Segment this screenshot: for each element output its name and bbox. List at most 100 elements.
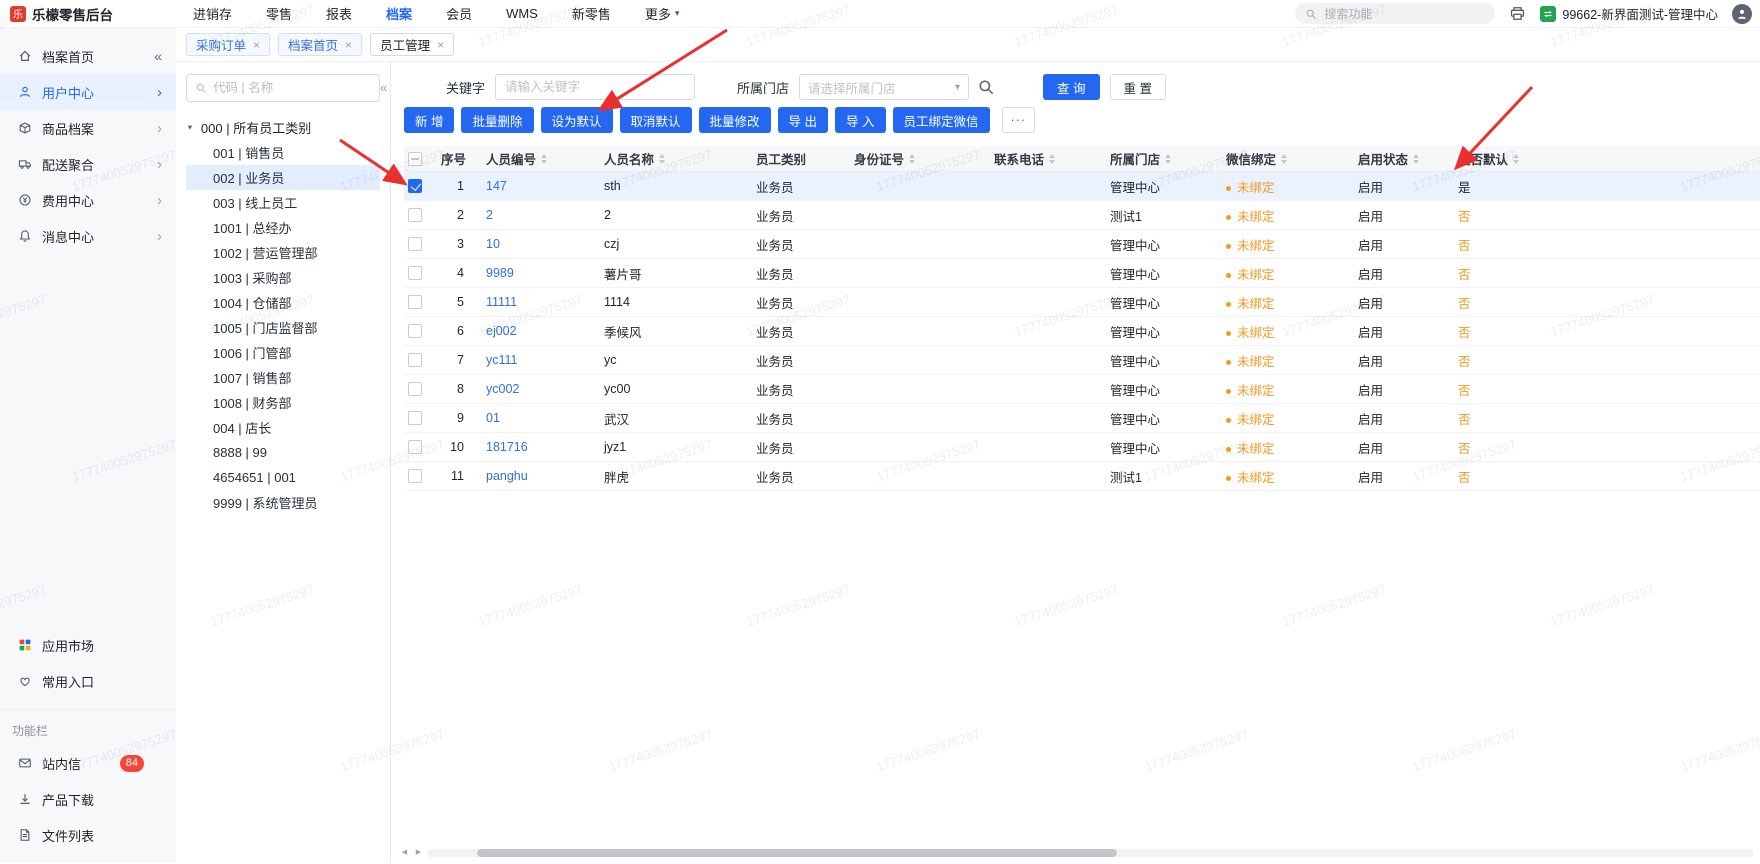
- tree-node[interactable]: 1006 | 门管部: [186, 340, 380, 365]
- printer-icon[interactable]: [1509, 5, 1526, 22]
- table-row[interactable]: 8 yc002 yc00 业务员 管理中心 未绑定 启用 否: [404, 375, 1760, 404]
- table-row[interactable]: 7 yc111 yc 业务员 管理中心 未绑定 启用 否: [404, 346, 1760, 375]
- sidebar-item[interactable]: 消息中心 ›: [0, 218, 176, 254]
- scroll-left-icon[interactable]: ◀: [399, 848, 410, 857]
- table-row[interactable]: 3 10 czj 业务员 管理中心 未绑定 启用 否: [404, 230, 1760, 259]
- sidebar-item[interactable]: 费用中心 ›: [0, 182, 176, 218]
- row-checkbox[interactable]: [408, 295, 422, 309]
- tab-close-icon[interactable]: ×: [253, 39, 260, 51]
- query-button[interactable]: 查 询: [1043, 74, 1100, 100]
- row-checkbox[interactable]: [408, 324, 422, 338]
- tree-node[interactable]: 1007 | 销售部: [186, 365, 380, 390]
- sort-icon[interactable]: [909, 153, 916, 164]
- table-row[interactable]: 9 01 武汉 业务员 管理中心 未绑定 启用 否: [404, 404, 1760, 433]
- horizontal-scrollbar[interactable]: ◀ ▶: [399, 848, 1754, 857]
- employee-code-link[interactable]: panghu: [486, 469, 528, 483]
- row-checkbox[interactable]: [408, 411, 422, 425]
- table-row[interactable]: 4 9989 薯片哥 业务员 管理中心 未绑定 启用 否: [404, 259, 1760, 288]
- keyword-input[interactable]: [495, 74, 696, 100]
- scrollbar-track[interactable]: [427, 848, 1754, 857]
- toolbar-button[interactable]: 新 增: [404, 107, 455, 133]
- tree-collapse-handle[interactable]: «: [380, 80, 387, 95]
- row-checkbox[interactable]: [408, 382, 422, 396]
- tab-close-icon[interactable]: ×: [345, 39, 352, 51]
- top-menu-item[interactable]: 更多 ▾: [628, 0, 697, 27]
- sidebar-item[interactable]: 用户中心 ›: [0, 74, 176, 110]
- account-switcher[interactable]: 99662-新界面测试-管理中心: [1540, 4, 1718, 23]
- sidebar-item[interactable]: 产品下载: [0, 781, 176, 817]
- employee-code-link[interactable]: 10: [486, 237, 500, 251]
- sidebar-item[interactable]: 常用入口: [0, 663, 176, 699]
- employee-code-link[interactable]: yc111: [486, 353, 518, 367]
- tab-item[interactable]: 员工管理 ×: [370, 33, 455, 56]
- global-search-input[interactable]: 搜索功能: [1295, 3, 1496, 24]
- tree-search-input[interactable]: [213, 81, 371, 95]
- column-header-status[interactable]: 启用状态: [1350, 149, 1450, 168]
- tree-node[interactable]: 1005 | 门店监督部: [186, 315, 380, 340]
- tree-node[interactable]: 003 | 线上员工: [186, 190, 380, 215]
- toolbar-button[interactable]: 取消默认: [619, 107, 692, 133]
- table-row[interactable]: 10 181716 jyz1 业务员 管理中心 未绑定 启用 否: [404, 433, 1760, 462]
- sidebar-item[interactable]: 配送聚合 ›: [0, 146, 176, 182]
- more-actions-button[interactable]: ···: [1001, 107, 1036, 133]
- top-menu-item[interactable]: 会员: [429, 0, 489, 27]
- row-checkbox[interactable]: [408, 353, 422, 367]
- column-header-store[interactable]: 所属门店: [1102, 149, 1218, 168]
- toolbar-button[interactable]: 批量删除: [461, 107, 534, 133]
- tree-root-node[interactable]: ▼ 000 | 所有员工类别: [186, 114, 380, 140]
- column-header-code[interactable]: 人员编号: [478, 149, 596, 168]
- tree-node[interactable]: 1001 | 总经办: [186, 215, 380, 240]
- employee-code-link[interactable]: 11111: [486, 295, 517, 309]
- column-header-name[interactable]: 人员名称: [596, 149, 748, 168]
- top-menu-item[interactable]: 档案: [369, 0, 429, 27]
- toolbar-button[interactable]: 导 入: [835, 107, 886, 133]
- tab-item[interactable]: 档案首页 ×: [278, 33, 363, 56]
- table-row[interactable]: 6 ej002 季候风 业务员 管理中心 未绑定 启用 否: [404, 317, 1760, 346]
- row-checkbox[interactable]: [408, 469, 422, 483]
- brand[interactable]: 乐 乐檬零售后台: [0, 4, 176, 24]
- top-menu-item[interactable]: 新零售: [555, 0, 628, 27]
- sort-icon[interactable]: [1165, 153, 1172, 164]
- employee-code-link[interactable]: 181716: [486, 440, 528, 454]
- column-header-is_default[interactable]: 是否默认: [1450, 149, 1538, 168]
- caret-down-icon[interactable]: ▼: [186, 123, 194, 131]
- user-avatar[interactable]: [1732, 3, 1752, 24]
- sidebar-item[interactable]: 档案首页 «: [0, 38, 176, 74]
- filter-search-icon[interactable]: [977, 78, 995, 96]
- reset-button[interactable]: 重 置: [1109, 74, 1166, 100]
- employee-code-link[interactable]: 01: [486, 411, 500, 425]
- sort-icon[interactable]: [1413, 153, 1420, 164]
- row-checkbox[interactable]: [408, 237, 422, 251]
- store-select[interactable]: 请选择所属门店 ▾: [799, 74, 970, 100]
- toolbar-button[interactable]: 设为默认: [540, 107, 613, 133]
- employee-code-link[interactable]: 2: [486, 208, 493, 222]
- employee-code-link[interactable]: 147: [486, 179, 507, 193]
- column-header-phone[interactable]: 联系电话: [986, 149, 1102, 168]
- tree-node[interactable]: 8888 | 99: [186, 440, 380, 465]
- top-menu-item[interactable]: 进销存: [176, 0, 249, 27]
- top-menu-item[interactable]: WMS: [489, 0, 555, 27]
- row-checkbox[interactable]: [408, 266, 422, 280]
- row-checkbox[interactable]: [408, 208, 422, 222]
- table-row[interactable]: 2 2 2 业务员 测试1 未绑定 启用 否: [404, 201, 1760, 230]
- toolbar-button[interactable]: 批量修改: [698, 107, 771, 133]
- sort-icon[interactable]: [1513, 153, 1520, 164]
- toolbar-button[interactable]: 员工绑定微信: [892, 107, 990, 133]
- tree-node[interactable]: 004 | 店长: [186, 415, 380, 440]
- scrollbar-thumb[interactable]: [477, 848, 1117, 857]
- employee-code-link[interactable]: 9989: [486, 266, 514, 280]
- employee-code-link[interactable]: ej002: [486, 324, 517, 338]
- table-row[interactable]: 11 panghu 胖虎 业务员 测试1 未绑定 启用 否: [404, 462, 1760, 491]
- sidebar-item[interactable]: 应用市场: [0, 627, 176, 663]
- select-all-checkbox[interactable]: [408, 151, 422, 166]
- top-menu-item[interactable]: 零售: [249, 0, 309, 27]
- sort-icon[interactable]: [1049, 153, 1056, 164]
- table-row[interactable]: 1 147 sth 业务员 管理中心 未绑定 启用 是: [404, 172, 1760, 201]
- column-header-id_no[interactable]: 身份证号: [846, 149, 986, 168]
- tab-close-icon[interactable]: ×: [437, 39, 444, 51]
- sidebar-item[interactable]: 文件列表: [0, 817, 176, 853]
- toolbar-button[interactable]: 导 出: [777, 107, 829, 133]
- table-row[interactable]: 5 11111 1114 业务员 管理中心 未绑定 启用 否: [404, 288, 1760, 317]
- tree-node[interactable]: 1008 | 财务部: [186, 390, 380, 415]
- tree-node[interactable]: 1003 | 采购部: [186, 265, 380, 290]
